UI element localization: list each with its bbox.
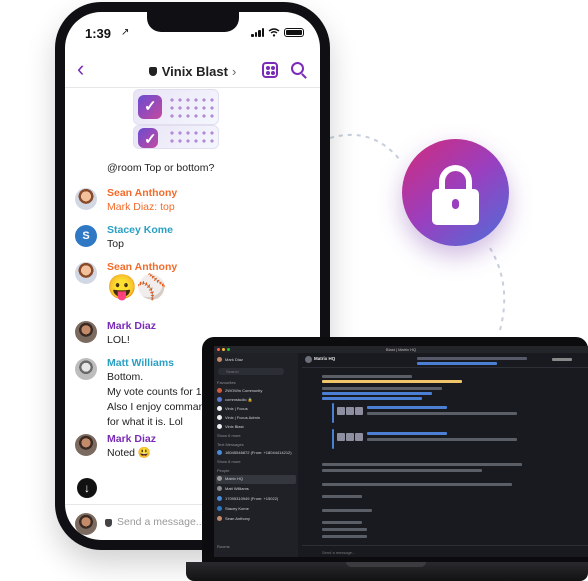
composer-input[interactable]: Send a message...: [117, 516, 205, 528]
room-avatar[interactable]: [305, 356, 312, 363]
message-event: Stacey Kome Top: [107, 223, 312, 252]
laptop-composer-input[interactable]: Send a message...: [322, 550, 355, 555]
laptop-device: Blast | Matrix HQ Mark Diaz Search Favou…: [202, 337, 588, 566]
apps-grid-icon[interactable]: [262, 62, 278, 78]
sidebar-room[interactable]: commstudio 🔒: [217, 396, 253, 404]
sidebar-room[interactable]: Vinix | Focus: [217, 405, 248, 413]
room-list-sidebar: Mark Diaz Search Favourites 2WOWin Commu…: [214, 353, 298, 557]
sidebar-room[interactable]: Stacey Kome: [217, 505, 249, 513]
message-event: Sean Anthony 😛⚾: [107, 260, 312, 302]
sidebar-room[interactable]: Sean Anthony: [217, 515, 250, 523]
signal-icon: [251, 28, 264, 37]
status-bar: 1:39 ↗: [65, 12, 320, 50]
sidebar-show-more[interactable]: Show 8 more: [217, 458, 241, 466]
laptop-room-view: Matrix HQ Send a message...: [302, 353, 588, 557]
avatar[interactable]: [75, 513, 97, 535]
laptop-screen: Blast | Matrix HQ Mark Diaz Search Favou…: [214, 346, 588, 557]
sidebar-room[interactable]: Vinix Blast: [217, 423, 244, 431]
laptop-room-header: Matrix HQ: [302, 353, 588, 368]
sidebar-room[interactable]: 18045546872 (From: +18044414212): [217, 449, 292, 457]
avatar[interactable]: [75, 188, 97, 210]
sender-name[interactable]: Sean Anthony: [107, 260, 312, 274]
reply-quote: Mark Diaz: top: [107, 201, 175, 213]
arrow-down-icon[interactable]: ↓: [77, 478, 97, 498]
message-body: @room Top or bottom?: [107, 162, 215, 174]
window-title: Blast | Matrix HQ: [385, 347, 417, 352]
laptop-composer: Send a message...: [302, 545, 588, 557]
sender-name[interactable]: Stacey Kome: [107, 223, 312, 237]
sidebar-section-rooms[interactable]: Rooms: [217, 543, 230, 551]
status-time: 1:39: [85, 26, 112, 41]
sender-name[interactable]: Mark Diaz: [107, 319, 312, 333]
sidebar-user[interactable]: Mark Diaz: [217, 356, 243, 364]
sender-name[interactable]: Sean Anthony: [107, 186, 312, 200]
location-arrow-icon: ↗: [121, 27, 130, 38]
avatar[interactable]: [75, 434, 97, 456]
shield-icon: [148, 67, 157, 76]
sidebar-show-more[interactable]: Show 6 more: [217, 432, 241, 440]
shield-icon: [105, 519, 112, 527]
search-placeholder: Search: [226, 369, 239, 374]
message-event: Sean Anthony Mark Diaz: top: [107, 186, 312, 215]
sidebar-section-people[interactable]: People: [217, 467, 229, 475]
emoji-message: 😛⚾: [107, 274, 167, 301]
sidebar-room[interactable]: Vinix | Focus Admin: [217, 414, 260, 422]
laptop-base: [186, 562, 588, 581]
marketing-composition: 1:39 ↗ ‹ Vinix Blast › ✓ ✓ @room Top or …: [0, 0, 588, 581]
avatar[interactable]: [75, 262, 97, 284]
encryption-lock-badge: [402, 139, 509, 246]
image-attachment[interactable]: [133, 89, 219, 125]
image-attachment[interactable]: [133, 125, 219, 149]
avatar[interactable]: S: [75, 225, 97, 247]
window-titlebar: Blast | Matrix HQ: [214, 346, 588, 353]
message-body: Top: [107, 238, 124, 250]
room-name: Vinix Blast: [161, 64, 228, 79]
sidebar-room[interactable]: 17095310949 (From: +15022): [217, 495, 278, 503]
sidebar-section-favourites[interactable]: Favourites: [217, 379, 236, 387]
wifi-icon: [268, 28, 280, 37]
sidebar-section-text-messages[interactable]: Text Messages: [217, 441, 244, 449]
laptop-room-title: Matrix HQ: [314, 356, 336, 361]
battery-icon: [284, 28, 304, 37]
room-header: ‹ Vinix Blast ›: [65, 52, 320, 88]
status-icons: [251, 28, 304, 37]
chevron-right-icon: ›: [231, 64, 237, 79]
sidebar-room-selected[interactable]: Matrix HQ: [217, 475, 243, 483]
avatar[interactable]: [75, 321, 97, 343]
search-icon[interactable]: [291, 62, 304, 75]
room-title[interactable]: Vinix Blast ›: [65, 64, 320, 79]
sidebar-room[interactable]: Matt Williams: [217, 485, 249, 493]
lock-icon: [432, 189, 479, 225]
sidebar-room[interactable]: 2WOWin Community: [217, 387, 262, 395]
avatar[interactable]: [75, 358, 97, 380]
